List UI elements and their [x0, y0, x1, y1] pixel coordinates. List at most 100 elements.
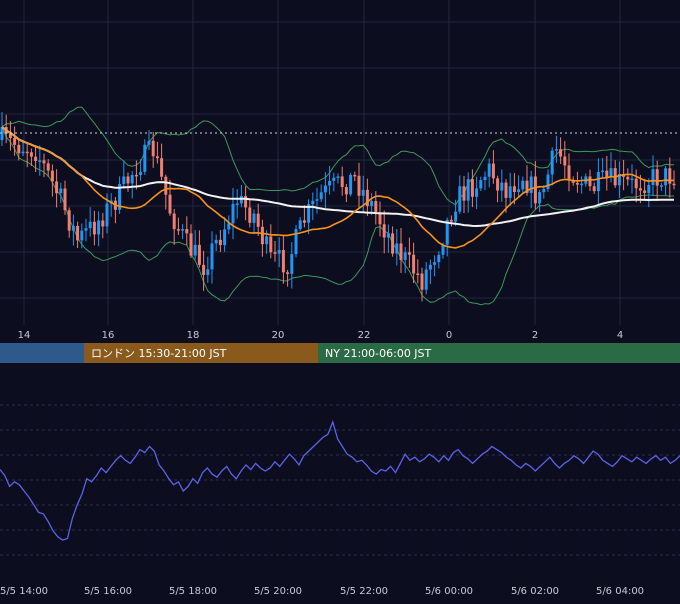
candle-body — [529, 176, 533, 193]
candle-body — [550, 150, 554, 175]
candle-body — [454, 211, 458, 222]
candle-body — [13, 138, 17, 145]
candle-body — [302, 220, 306, 223]
candle-body — [46, 163, 50, 171]
candle-body — [605, 170, 609, 178]
candle-body — [349, 174, 353, 195]
candle-body — [193, 244, 197, 256]
candle-body — [244, 195, 248, 208]
candle-body — [647, 184, 651, 194]
candle-body — [181, 229, 185, 231]
candle-body — [542, 189, 546, 193]
candle-body — [382, 224, 386, 238]
candle-body — [147, 140, 151, 145]
candle-body — [235, 203, 239, 205]
candle-body — [659, 185, 663, 187]
candle-body — [428, 264, 432, 270]
candle-body — [391, 233, 395, 254]
candle-body — [403, 252, 407, 260]
candle-body — [601, 170, 605, 173]
candle-body — [38, 160, 42, 162]
candle-body — [458, 186, 462, 212]
candle-body — [130, 174, 134, 184]
session-tokyo-bar — [0, 343, 84, 363]
candle-body — [483, 176, 487, 181]
candle-body — [672, 183, 676, 186]
candle-body — [655, 169, 659, 186]
candle-body — [63, 188, 67, 211]
candle-body — [218, 239, 222, 246]
candle-body — [105, 203, 109, 227]
candle-body — [470, 179, 474, 197]
candle-body — [189, 233, 193, 256]
candle-body — [76, 225, 80, 241]
chart-background — [0, 0, 680, 600]
candle-body — [202, 264, 206, 275]
candle-body — [340, 176, 344, 188]
candle-body — [424, 269, 428, 290]
candle-body — [260, 226, 264, 245]
candle-body — [139, 171, 143, 175]
candle-body — [55, 181, 59, 194]
candle-body — [328, 180, 332, 186]
candle-body — [596, 172, 600, 192]
candle-body — [319, 192, 323, 200]
candle-body — [517, 189, 521, 193]
candle-body — [160, 158, 164, 177]
candle-body — [315, 199, 319, 201]
candle-body — [462, 186, 466, 201]
candle-body — [332, 177, 336, 181]
candle-body — [97, 220, 101, 235]
session-label: NY 21:00-06:00 JST — [325, 347, 432, 360]
candle-body — [546, 174, 550, 190]
candle-body — [559, 149, 563, 157]
candle-body — [416, 273, 420, 276]
candle-body — [273, 252, 277, 254]
candle-body — [269, 236, 273, 253]
candle-body — [370, 201, 374, 207]
candle-body — [567, 165, 571, 181]
candle-body — [420, 273, 424, 290]
candle-body — [298, 220, 302, 229]
candle-body — [643, 190, 647, 194]
candle-body — [151, 140, 155, 157]
candle-body — [353, 174, 357, 177]
candle-body — [386, 233, 390, 238]
price-x-tick-label: 16 — [102, 330, 115, 341]
oscillator-x-tick-label: 5/6 02:00 — [511, 586, 559, 597]
candle-body — [42, 160, 46, 164]
price-x-tick-label: 14 — [18, 330, 31, 341]
price-x-tick-label: 20 — [272, 330, 285, 341]
candle-body — [361, 189, 365, 196]
candle-body — [122, 176, 126, 185]
candle-body — [185, 229, 189, 234]
candle-body — [210, 243, 214, 270]
candle-body — [638, 188, 642, 191]
oscillator-x-tick-label: 5/6 00:00 — [425, 586, 473, 597]
candle-body — [563, 156, 567, 166]
candle-body — [197, 244, 201, 265]
candle-body — [399, 243, 403, 260]
candle-body — [176, 229, 180, 231]
candle-body — [25, 151, 29, 154]
candle-body — [407, 252, 411, 255]
candle-body — [101, 220, 105, 227]
candle-body — [500, 182, 504, 191]
chart-canvas: 14 16 18 20 22 0 2 4 ロンドン 15:30-21:00 JST NY 21:0… — [0, 0, 680, 600]
candle-body — [323, 185, 327, 193]
candle-body — [449, 219, 453, 222]
candle-body — [223, 229, 227, 246]
candle-body — [575, 182, 579, 185]
candle-body — [311, 200, 315, 205]
chart-root: 14 16 18 20 22 0 2 4 ロンドン 15:30-21:00 JST NY 21:0… — [0, 0, 680, 600]
oscillator-x-tick-label: 5/5 18:00 — [169, 586, 217, 597]
oscillator-x-tick-label: 5/5 20:00 — [254, 586, 302, 597]
candle-body — [521, 180, 525, 190]
candle-body — [248, 207, 252, 223]
candle-body — [433, 262, 437, 265]
candle-body — [475, 188, 479, 197]
candle-body — [634, 178, 638, 189]
candle-body — [487, 163, 491, 177]
candle-body — [630, 178, 634, 181]
candle-body — [256, 213, 260, 227]
